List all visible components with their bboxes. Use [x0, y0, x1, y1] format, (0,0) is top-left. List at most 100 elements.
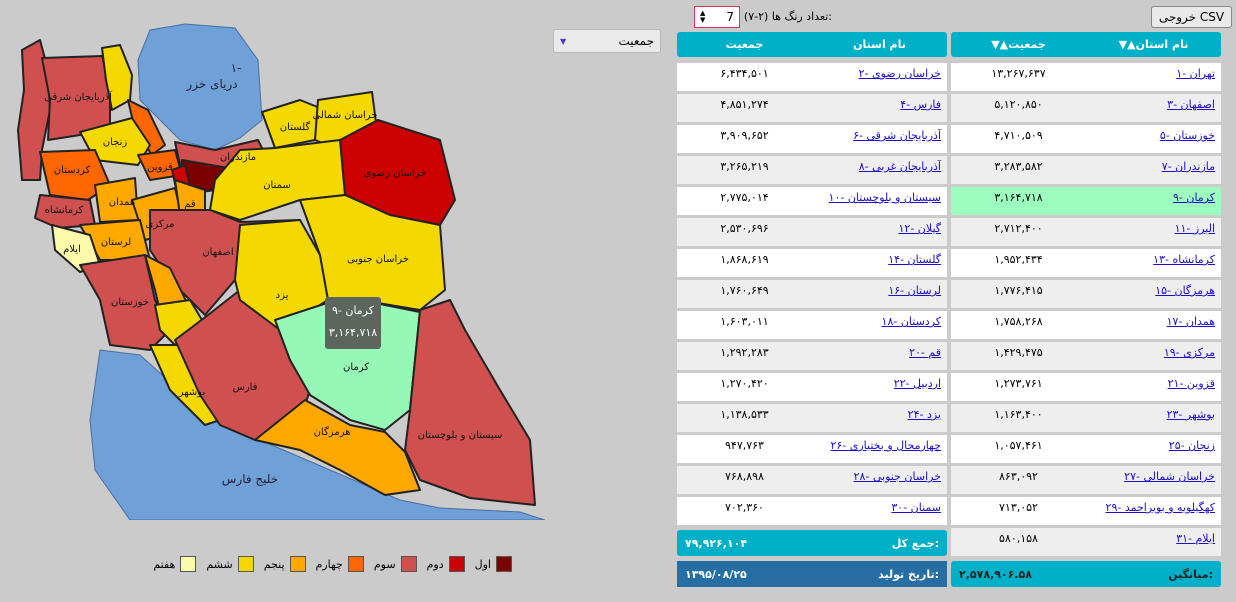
province-name-cell: ۲۹- کهگیلویه و بویراحمد: [1086, 497, 1221, 525]
table-row[interactable]: ۷۶۸,۸۹۸ ۲۸- خراسان جنوبی: [677, 466, 947, 495]
province-link[interactable]: ۶- آذربایجان شرقی: [853, 129, 941, 142]
province-link[interactable]: ۱- تهران: [1176, 67, 1215, 80]
table-row[interactable]: ۵,۱۲۰,۸۵۰ ۳- اصفهان: [951, 94, 1221, 123]
province-link[interactable]: ۲۳- بوشهر: [1167, 408, 1215, 421]
table-row[interactable]: ۹۴۷,۷۶۳ ۲۶- چهارمحال و بختیاری: [677, 435, 947, 464]
header-pop-sort[interactable]: ▼▲جمعیت: [951, 38, 1086, 51]
table-row[interactable]: ۱,۷۵۸,۲۶۸ ۱۷- همدان: [951, 311, 1221, 340]
population-cell: ۱,۷۵۸,۲۶۸: [994, 315, 1043, 328]
table-row[interactable]: ۳,۲۸۳,۵۸۲ ۷- مازندران: [951, 156, 1221, 185]
province-link[interactable]: ۲- خراسان رضوی: [859, 67, 941, 80]
table-row[interactable]: ۸۶۳,۰۹۲ ۲۷- خراسان شمالی: [951, 466, 1221, 495]
label-qom: قم: [184, 199, 196, 210]
table-row[interactable]: ۱,۲۷۰,۴۲۰ ۲۲- اردبیل: [677, 373, 947, 402]
table-header: جمعیت نام استان: [677, 32, 947, 57]
province-name-cell: ۱۲- گیلان: [812, 218, 947, 246]
table-row[interactable]: ۱,۷۷۶,۴۱۵ ۱۵- هرمزگان: [951, 280, 1221, 309]
table-row[interactable]: ۴,۷۱۰,۵۰۹ ۵- خوزستان: [951, 125, 1221, 154]
province-link[interactable]: ۱۶- لرستان: [888, 284, 941, 297]
persian-gulf-label: خلیج فارس: [222, 472, 278, 487]
population-cell: ۱,۲۹۲,۲۸۳: [720, 346, 769, 359]
label-yazd: یزد: [276, 290, 289, 301]
table-row[interactable]: ۴,۸۵۱,۲۷۴ ۴- فارس: [677, 94, 947, 123]
metric-select[interactable]: ▼ جمعیت: [553, 29, 661, 53]
table-row[interactable]: ۶,۴۳۴,۵۰۱ ۲- خراسان رضوی: [677, 63, 947, 92]
table-row[interactable]: ۷۱۳,۰۵۲ ۲۹- کهگیلویه و بویراحمد: [951, 497, 1221, 526]
province-link[interactable]: ۲۹- کهگیلویه و بویراحمد: [1106, 501, 1215, 514]
province-link[interactable]: ۱۲- گیلان: [899, 222, 942, 235]
label-ilam: ایلام: [63, 244, 81, 255]
table-row[interactable]: ۱,۲۷۳,۷۶۱ ۲۱- قزوین: [951, 373, 1221, 402]
province-table-right: ▼▲جمعیت ▼▲نام استان ۱۳,۲۶۷,۶۳۷ ۱- تهران ۵,…: [951, 32, 1221, 557]
table-row[interactable]: ۲,۷۱۲,۴۰۰ ۱۱- البرز: [951, 218, 1221, 247]
table-row[interactable]: ۲,۵۳۰,۶۹۶ ۱۲- گیلان: [677, 218, 947, 247]
table-row[interactable]: ۵۸۰,۱۵۸ ۳۱- ایلام: [951, 528, 1221, 557]
table-row[interactable]: ۱,۸۶۸,۶۱۹ ۱۴- گلستان: [677, 249, 947, 278]
total-box: ۷۹,۹۲۶,۱۰۴ جمع کل:: [677, 530, 947, 556]
table-row[interactable]: ۱۳,۲۶۷,۶۳۷ ۱- تهران: [951, 63, 1221, 92]
province-link[interactable]: ۲۶- چهارمحال و بختیاری: [830, 439, 941, 452]
province-link[interactable]: ۲۷- خراسان شمالی: [1124, 470, 1215, 483]
label-kermanshah: کرمانشاه: [45, 205, 84, 216]
header-pop: جمعیت: [725, 38, 764, 51]
population-cell: ۶,۴۳۴,۵۰۱: [720, 67, 769, 80]
table-row[interactable]: ۱,۷۶۰,۶۴۹ ۱۶- لرستان: [677, 280, 947, 309]
spinner-icon[interactable]: ▲ ▼: [700, 10, 705, 24]
province-link[interactable]: ۲۸- خراسان جنوبی: [854, 470, 941, 483]
province-name-cell: ۱۱- البرز: [1086, 218, 1221, 246]
population-cell: ۴,۸۵۱,۲۷۴: [720, 98, 769, 111]
table-row[interactable]: ۱,۱۳۸,۵۳۳ ۲۴- یزد: [677, 404, 947, 433]
province-name-cell: ۸- آذربایجان غربی: [812, 156, 947, 184]
province-link[interactable]: ۹- کرمان: [1173, 191, 1215, 204]
table-row[interactable]: ۱,۰۵۷,۴۶۱ ۲۵- زنجان: [951, 435, 1221, 464]
csv-export-button[interactable]: خروجی CSV: [1151, 6, 1232, 28]
province-name-cell: ۲- خراسان رضوی: [812, 63, 947, 91]
province-name-cell: ۹- کرمان: [1086, 187, 1221, 215]
province-link[interactable]: ۱۳- کرمانشاه: [1153, 253, 1215, 266]
province-link[interactable]: ۱۹- مرکزی: [1164, 346, 1215, 359]
map-tooltip: ۹- کرمان ۳,۱۶۴,۷۱۸: [325, 297, 381, 349]
table-row[interactable]: ۱,۲۹۲,۲۸۳ ۲۰- قم: [677, 342, 947, 371]
province-link[interactable]: ۳- اصفهان: [1167, 98, 1215, 111]
province-link[interactable]: ۱۸- کردستان: [882, 315, 941, 328]
province-link[interactable]: ۷- مازندران: [1162, 160, 1215, 173]
table-row[interactable]: ۷۰۲,۳۶۰ ۳۰- سمنان: [677, 497, 947, 526]
population-cell: ۱,۱۶۳,۴۰۰: [994, 408, 1043, 421]
population-cell: ۸۶۳,۰۹۲: [999, 470, 1038, 483]
province-link[interactable]: ۱۷- همدان: [1167, 315, 1215, 328]
province-link[interactable]: ۲۱- قزوین: [1168, 377, 1215, 390]
province-name-cell: ۶- آذربایجان شرقی: [812, 125, 947, 153]
province-link[interactable]: ۱۱- البرز: [1175, 222, 1215, 235]
table-row[interactable]: ۲,۷۷۵,۰۱۴ ۱۰- سیستان و بلوچستان: [677, 187, 947, 216]
province-link[interactable]: ۲۲- اردبیل: [894, 377, 941, 390]
province-link[interactable]: ۱۴- گلستان: [888, 253, 941, 266]
dropdown-arrow-icon: ▼: [560, 36, 567, 46]
tooltip-value: ۳,۱۶۴,۷۱۸: [328, 326, 378, 339]
table-row[interactable]: ۱,۱۶۳,۴۰۰ ۲۳- بوشهر: [951, 404, 1221, 433]
legend-label: هفتم: [153, 557, 176, 571]
population-cell: ۳,۹۰۹,۶۵۲: [720, 129, 769, 142]
average-box: ۲,۵۷۸,۹۰۶.۵۸ میانگین:: [951, 561, 1221, 587]
table-row[interactable]: ۱,۹۵۲,۴۳۴ ۱۳- کرمانشاه: [951, 249, 1221, 278]
province-link[interactable]: ۲۴- یزد: [908, 408, 941, 421]
province-link[interactable]: ۲۰- قم: [909, 346, 941, 359]
table-row[interactable]: ۳,۲۶۵,۲۱۹ ۸- آذربایجان غربی: [677, 156, 947, 185]
table-row[interactable]: ۳,۱۶۴,۷۱۸ ۹- کرمان: [951, 187, 1221, 216]
province-link[interactable]: ۲۵- زنجان: [1169, 439, 1215, 452]
header-name-sort[interactable]: ▼▲نام استان: [1086, 38, 1221, 51]
population-cell: ۱,۲۷۰,۴۲۰: [720, 377, 769, 390]
province-link[interactable]: ۵- خوزستان: [1160, 129, 1215, 142]
province-link[interactable]: ۸- آذربایجان غربی: [859, 160, 941, 173]
table-row[interactable]: ۱,۶۰۳,۰۱۱ ۱۸- کردستان: [677, 311, 947, 340]
province-link[interactable]: ۱۵- هرمزگان: [1155, 284, 1215, 297]
province-link[interactable]: ۴- فارس: [900, 98, 941, 111]
province-link[interactable]: ۳۱- ایلام: [1176, 532, 1215, 545]
province-name-cell: ۱۳- کرمانشاه: [1086, 249, 1221, 277]
province-sistan[interactable]: [404, 299, 536, 506]
province-link[interactable]: ۳۰- سمنان: [891, 501, 941, 514]
province-link[interactable]: ۱۰- سیستان و بلوچستان: [829, 191, 941, 204]
table-row[interactable]: ۱,۴۲۹,۴۷۵ ۱۹- مرکزی: [951, 342, 1221, 371]
color-count-input[interactable]: ▲ ▼ 7: [694, 6, 740, 28]
table-row[interactable]: ۳,۹۰۹,۶۵۲ ۶- آذربایجان شرقی: [677, 125, 947, 154]
population-cell: ۱,۴۲۹,۴۷۵: [994, 346, 1043, 359]
